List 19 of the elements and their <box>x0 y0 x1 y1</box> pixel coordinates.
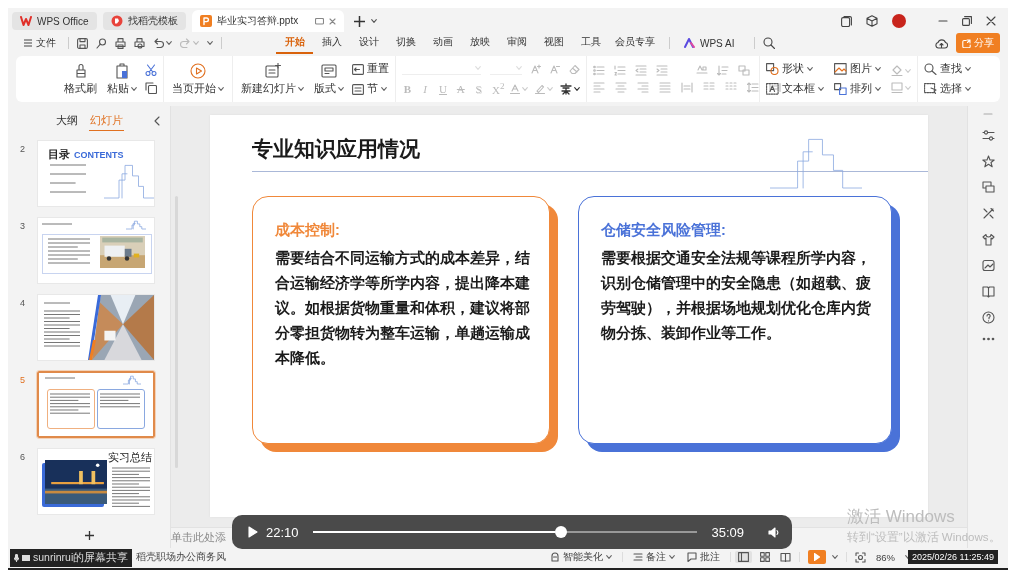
activation-title: 激活 Windows <box>847 506 956 528</box>
slide-number: 4 <box>19 297 26 308</box>
slide-number: 5 <box>19 374 26 385</box>
slide-number: 6 <box>19 451 26 462</box>
theme-name: 稻壳职场办公商务风 <box>136 550 226 564</box>
slide-title: 专业知识应用情况 <box>252 138 420 159</box>
slide-number: 2 <box>19 143 26 154</box>
thumbnail-title: 实习总结 <box>108 451 152 465</box>
current-time: 22:10 <box>266 524 299 540</box>
share-label: sunrinrui的屏幕共享 <box>33 551 129 565</box>
thumbnail-title: 目录 <box>48 148 70 162</box>
card-text: 需要根据交通安全法规等课程所学内容，识别仓储管理中的安全隐患（如超载、疲劳驾驶），并根据场地规划优化仓库内货物分拣、装卸作业等工作。 <box>601 249 872 343</box>
total-time: 35:09 <box>711 524 744 540</box>
timestamp: 2025/02/26 11:25:49 <box>908 550 998 564</box>
card-text: 需要结合不同运输方式的成本差异，结合运输经济学等所学内容，提出降本建议。如根据货物重量和体积，建议将部分零担货物转为整车运输，单趟运输成本降低。 <box>275 249 531 368</box>
slide-number: 3 <box>19 220 26 231</box>
thumbnail-subtitle: CONTENTS <box>74 150 124 160</box>
card-heading: 仓储安全风险管理: <box>601 221 727 240</box>
card-heading: 成本控制: <box>275 221 341 240</box>
